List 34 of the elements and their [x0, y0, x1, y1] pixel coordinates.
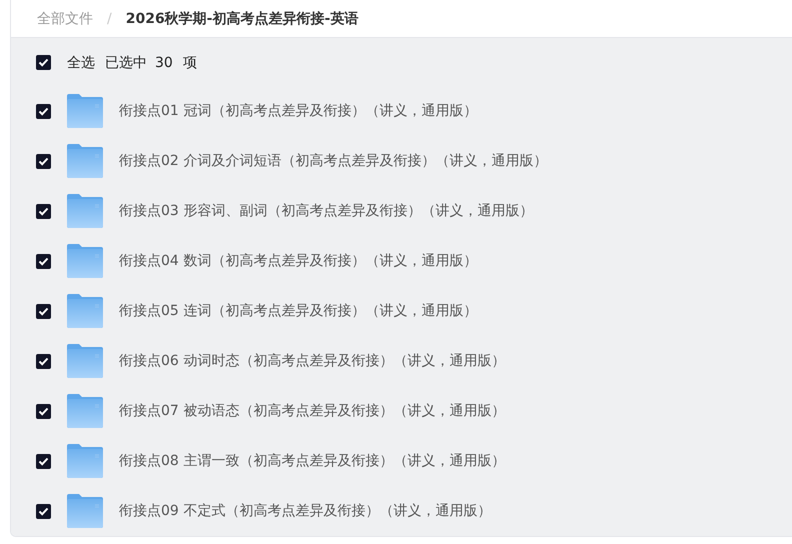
current-folder-title: 2026秋学期-初高考点差异衔接-英语 [126, 10, 358, 28]
file-name[interactable]: 衔接点05 连词（初高考点差异及衔接）（讲义，通用版） [119, 302, 478, 320]
file-name[interactable]: 衔接点02 介词及介词短语（初高考点差异及衔接）（讲义，通用版） [119, 152, 548, 170]
checkbox[interactable] [36, 55, 51, 70]
folder-icon [67, 394, 103, 428]
file-name[interactable]: 衔接点03 形容词、副词（初高考点差异及衔接）（讲义，通用版） [119, 202, 534, 220]
checkbox[interactable] [36, 504, 51, 518]
checkbox[interactable] [36, 354, 51, 368]
folder-icon [67, 294, 103, 328]
file-name[interactable]: 衔接点01 冠词（初高考点差异及衔接）（讲义，通用版） [119, 102, 478, 120]
checkbox[interactable] [36, 454, 51, 468]
file-name[interactable]: 衔接点07 被动语态（初高考点差异及衔接）（讲义，通用版） [119, 402, 506, 420]
folder-icon [67, 244, 103, 278]
selected-count-unit: 项 [182, 54, 197, 72]
selected-count: 30 [155, 54, 173, 70]
file-name[interactable]: 衔接点04 数词（初高考点差异及衔接）（讲义，通用版） [119, 252, 478, 270]
folder-icon [67, 444, 103, 478]
folder-icon [67, 94, 103, 128]
checkbox[interactable] [36, 154, 51, 168]
select-all-label: 全选 [67, 54, 95, 72]
checkbox[interactable] [36, 204, 51, 218]
folder-icon [67, 144, 103, 178]
file-name[interactable]: 衔接点06 动词时态（初高考点差异及衔接）（讲义，通用版） [119, 352, 506, 370]
breadcrumb-separator: / [107, 10, 112, 26]
checkbox[interactable] [36, 404, 51, 418]
folder-icon [67, 194, 103, 228]
folder-icon [67, 344, 103, 378]
folder-icon [67, 494, 103, 528]
file-name[interactable]: 衔接点08 主谓一致（初高考点差异及衔接）（讲义，通用版） [119, 452, 506, 470]
checkbox[interactable] [36, 304, 51, 318]
checkbox[interactable] [36, 254, 51, 268]
file-name[interactable]: 衔接点09 不定式（初高考点差异及衔接）（讲义，通用版） [119, 502, 492, 520]
selected-count-text: 已选中 [105, 54, 147, 72]
checkbox[interactable] [36, 104, 51, 118]
